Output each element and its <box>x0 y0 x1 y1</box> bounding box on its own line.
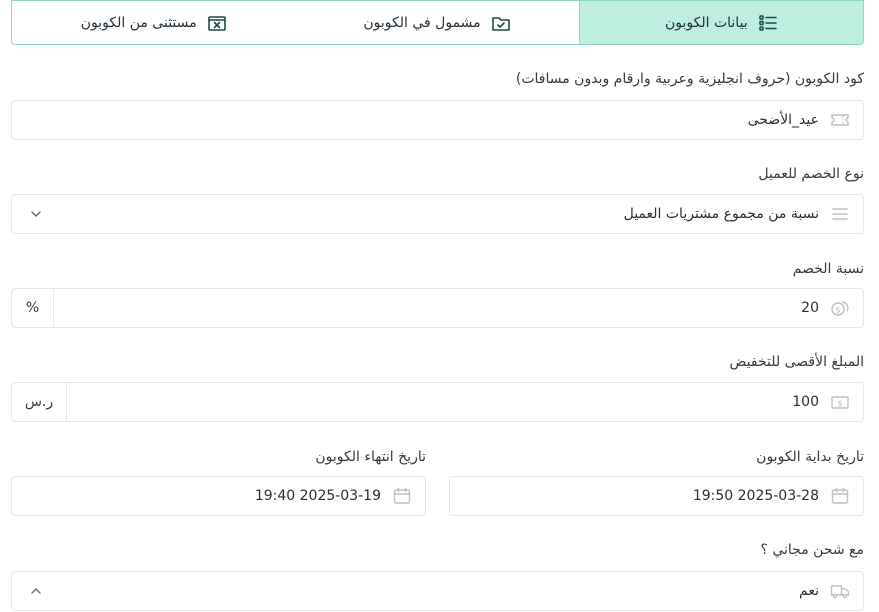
currency-addon: ر.س <box>12 383 67 421</box>
discount-percent-label: نسبة الخصم <box>792 261 864 277</box>
calendar-icon <box>391 485 413 507</box>
max-discount-field[interactable]: $ 100 ر.س <box>11 382 864 422</box>
start-date-value: 2025-03-28 19:50 <box>692 488 819 504</box>
tab-included-in-coupon[interactable]: مشمول في الكوبون <box>295 1 578 44</box>
box-x-icon <box>207 15 226 31</box>
tab-label: مشمول في الكوبون <box>363 14 481 31</box>
list-icon <box>758 14 777 31</box>
banknote-icon: $ <box>829 391 851 413</box>
start-date-field[interactable]: 2025-03-28 19:50 <box>449 476 864 516</box>
tab-coupon-data[interactable]: بيانات الكوبون <box>578 1 863 44</box>
truck-icon <box>829 580 851 602</box>
discount-percent-value: 20 <box>801 300 819 316</box>
coupon-tabs: بيانات الكوبون مشمول في الكوبون مستثنى م… <box>11 0 864 45</box>
end-date-value: 2025-03-19 19:40 <box>254 488 381 504</box>
coupon-code-value: عيد_الأضحى <box>747 112 819 128</box>
max-discount-label: المبلغ الأقصى للتخفيض <box>729 354 864 370</box>
calendar-icon <box>829 485 851 507</box>
tab-label: بيانات الكوبون <box>664 14 748 31</box>
ticket-icon <box>829 109 851 131</box>
chevron-up-icon[interactable] <box>26 581 46 601</box>
percent-addon: % <box>12 289 54 327</box>
chevron-down-icon[interactable] <box>26 204 46 224</box>
menu-icon <box>829 203 851 225</box>
discount-percent-field[interactable]: $ 20 % <box>11 288 864 328</box>
svg-text:$: $ <box>837 399 842 408</box>
discount-type-select[interactable]: نسبة من مجموع مشتريات العميل <box>11 194 864 234</box>
coupon-code-label: كود الكوبون (حروف انجليزية وعربية وارقام… <box>515 71 864 87</box>
start-date-label: تاريخ بداية الكوبون <box>756 449 864 465</box>
free-shipping-select[interactable]: نعم <box>11 571 864 611</box>
coins-icon: $ <box>829 297 851 319</box>
folder-check-icon <box>491 16 510 31</box>
max-discount-value: 100 <box>792 394 819 410</box>
end-date-label: تاريخ انتهاء الكوبون <box>315 449 426 465</box>
discount-type-label: نوع الخصم للعميل <box>758 166 864 182</box>
free-shipping-value: نعم <box>799 583 819 599</box>
discount-type-value: نسبة من مجموع مشتريات العميل <box>623 206 819 222</box>
coupon-code-field[interactable]: عيد_الأضحى <box>11 100 864 140</box>
free-shipping-label: مع شحن مجاني ؟ <box>760 542 864 558</box>
svg-text:$: $ <box>835 306 840 315</box>
end-date-field[interactable]: 2025-03-19 19:40 <box>11 476 426 516</box>
tab-excluded-from-coupon[interactable]: مستثنى من الكوبون <box>12 1 295 44</box>
tab-label: مستثنى من الكوبون <box>80 14 197 31</box>
